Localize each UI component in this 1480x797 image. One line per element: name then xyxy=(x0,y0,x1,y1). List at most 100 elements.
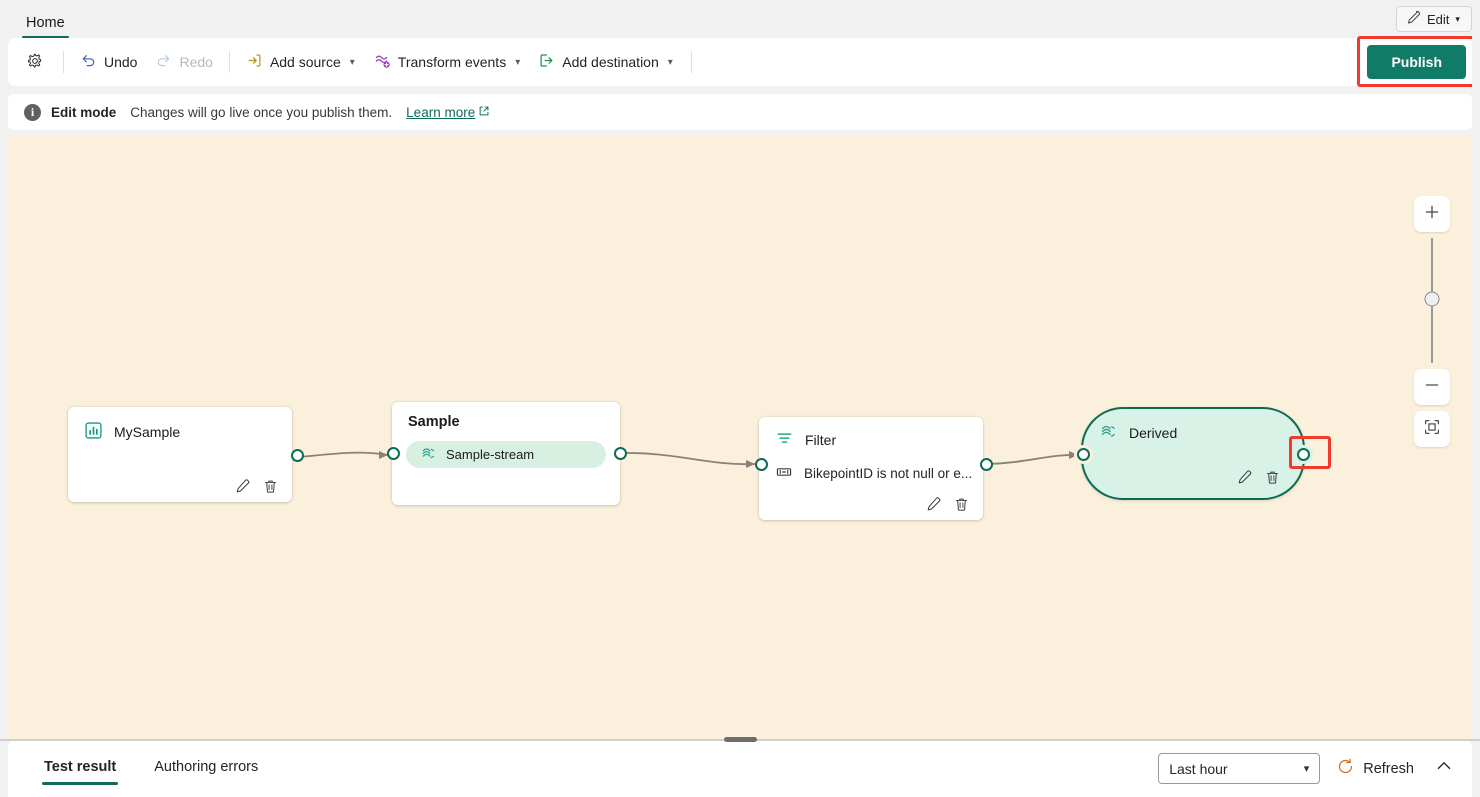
chevron-down-icon: ▾ xyxy=(668,57,673,68)
canvas-right-edge xyxy=(1472,0,1480,739)
time-range-value: Last hour xyxy=(1169,761,1227,777)
info-icon: i xyxy=(24,104,41,121)
connector-sample-filter xyxy=(620,453,755,464)
port-mysample-output[interactable] xyxy=(291,449,304,462)
port-filter-input[interactable] xyxy=(755,458,768,471)
banner-title: Edit mode xyxy=(51,105,116,120)
node-actions-mysample xyxy=(234,478,279,495)
filter-condition-row: BikepointID is not null or e... xyxy=(759,451,983,484)
port-filter-output[interactable] xyxy=(980,458,993,471)
port-derived-input[interactable] xyxy=(1077,448,1090,461)
chevron-down-icon: ▾ xyxy=(1455,14,1460,25)
zoom-in-button[interactable] xyxy=(1414,196,1450,232)
node-header: Derived xyxy=(1083,409,1303,444)
command-bar: Undo Redo Add source ▾ xyxy=(8,38,1472,86)
gear-icon xyxy=(26,52,44,73)
add-destination-label: Add destination xyxy=(562,54,659,70)
pencil-icon[interactable] xyxy=(925,496,942,513)
trash-icon[interactable] xyxy=(1264,469,1281,486)
panel-resize-grip[interactable] xyxy=(724,737,757,742)
node-actions-filter xyxy=(925,496,970,513)
edit-mode-banner: i Edit mode Changes will go live once yo… xyxy=(8,94,1472,130)
condition-icon xyxy=(775,463,793,484)
chevron-down-icon: ▾ xyxy=(515,57,520,68)
node-actions-derived xyxy=(1236,469,1281,486)
transform-events-label: Transform events xyxy=(398,54,506,70)
zoom-slider-thumb[interactable] xyxy=(1425,292,1440,307)
settings-button[interactable] xyxy=(14,46,56,78)
publish-button[interactable]: Publish xyxy=(1367,45,1466,79)
zoom-slider-track[interactable] xyxy=(1431,238,1433,363)
redo-label: Redo xyxy=(179,54,212,70)
ribbon-tab-home[interactable]: Home xyxy=(22,9,69,38)
undo-label: Undo xyxy=(104,54,137,70)
redo-arrow-icon xyxy=(155,52,172,72)
fit-to-screen-button[interactable] xyxy=(1414,411,1450,447)
undo-arrow-icon xyxy=(80,52,97,72)
stream-chip-label: Sample-stream xyxy=(446,447,534,462)
bottom-panel-controls: Last hour ▾ Refresh xyxy=(1158,753,1458,784)
port-sample-output[interactable] xyxy=(614,447,627,460)
flow-node-sample[interactable]: Sample Sample-stream xyxy=(392,402,620,505)
undo-button[interactable]: Undo xyxy=(71,46,146,78)
edit-button-label: Edit xyxy=(1427,12,1449,27)
event-stream-canvas[interactable]: MySample Sample xyxy=(8,136,1472,739)
external-link-icon xyxy=(478,105,490,120)
chevron-down-icon: ▾ xyxy=(1304,762,1310,775)
app-root: Home Edit ▾ xyxy=(0,0,1480,797)
minus-icon xyxy=(1424,377,1440,398)
connector-filter-derived xyxy=(987,455,1078,464)
tab-authoring-errors[interactable]: Authoring errors xyxy=(152,754,260,785)
refresh-label: Refresh xyxy=(1363,761,1414,777)
fit-to-screen-icon xyxy=(1423,418,1441,441)
trash-icon[interactable] xyxy=(262,478,279,495)
tab-test-result[interactable]: Test result xyxy=(42,754,118,785)
chart-source-icon xyxy=(84,421,103,443)
add-destination-button[interactable]: Add destination ▾ xyxy=(529,46,682,78)
bottom-panel: Test result Authoring errors Last hour ▾… xyxy=(8,741,1472,797)
trash-icon[interactable] xyxy=(953,496,970,513)
port-derived-output[interactable] xyxy=(1297,448,1310,461)
canvas-left-gutter xyxy=(0,136,8,739)
pencil-icon[interactable] xyxy=(1236,469,1253,486)
pencil-icon[interactable] xyxy=(234,478,251,495)
flow-node-filter[interactable]: Filter BikepointID is not null or e... xyxy=(759,417,983,520)
transform-events-button[interactable]: Transform events ▾ xyxy=(364,46,529,78)
arrow-into-box-icon xyxy=(246,52,263,72)
chevron-down-icon: ▾ xyxy=(350,57,355,68)
chevron-up-icon xyxy=(1434,763,1454,780)
node-title-sample: Sample xyxy=(408,414,460,430)
refresh-icon xyxy=(1336,757,1355,780)
node-title-mysample: MySample xyxy=(114,424,180,440)
node-header: Filter xyxy=(759,417,983,451)
node-title-derived: Derived xyxy=(1129,425,1177,441)
transform-icon xyxy=(373,52,391,73)
canvas-zoom-controls xyxy=(1414,196,1450,447)
zoom-out-button[interactable] xyxy=(1414,369,1450,405)
publish-area: Publish xyxy=(1367,45,1466,79)
stream-chip-sample-stream[interactable]: Sample-stream xyxy=(406,441,606,468)
toolbar-divider xyxy=(691,51,692,73)
tab-test-result-label: Test result xyxy=(44,759,116,775)
add-source-button[interactable]: Add source ▾ xyxy=(237,46,364,78)
banner-message: Changes will go live once you publish th… xyxy=(130,105,392,120)
add-source-label: Add source xyxy=(270,54,341,70)
toolbar-divider xyxy=(63,51,64,73)
toolbar-divider xyxy=(229,51,230,73)
connector-mysample-sample xyxy=(299,453,388,457)
pencil-icon xyxy=(1406,10,1421,28)
arrow-out-of-box-icon xyxy=(538,52,555,72)
collapse-panel-button[interactable] xyxy=(1430,754,1458,783)
node-header: MySample xyxy=(68,407,292,443)
time-range-select[interactable]: Last hour ▾ xyxy=(1158,753,1320,784)
port-sample-input[interactable] xyxy=(387,447,400,460)
tab-authoring-errors-label: Authoring errors xyxy=(154,759,258,775)
flow-node-derived[interactable]: Derived xyxy=(1081,407,1305,500)
redo-button[interactable]: Redo xyxy=(146,46,221,78)
learn-more-label: Learn more xyxy=(406,105,475,120)
ribbon-tab-home-label: Home xyxy=(26,15,65,31)
edit-mode-button[interactable]: Edit ▾ xyxy=(1396,6,1472,32)
refresh-button[interactable]: Refresh xyxy=(1336,757,1414,780)
learn-more-link[interactable]: Learn more xyxy=(406,105,490,120)
flow-node-mysample[interactable]: MySample xyxy=(68,407,292,502)
